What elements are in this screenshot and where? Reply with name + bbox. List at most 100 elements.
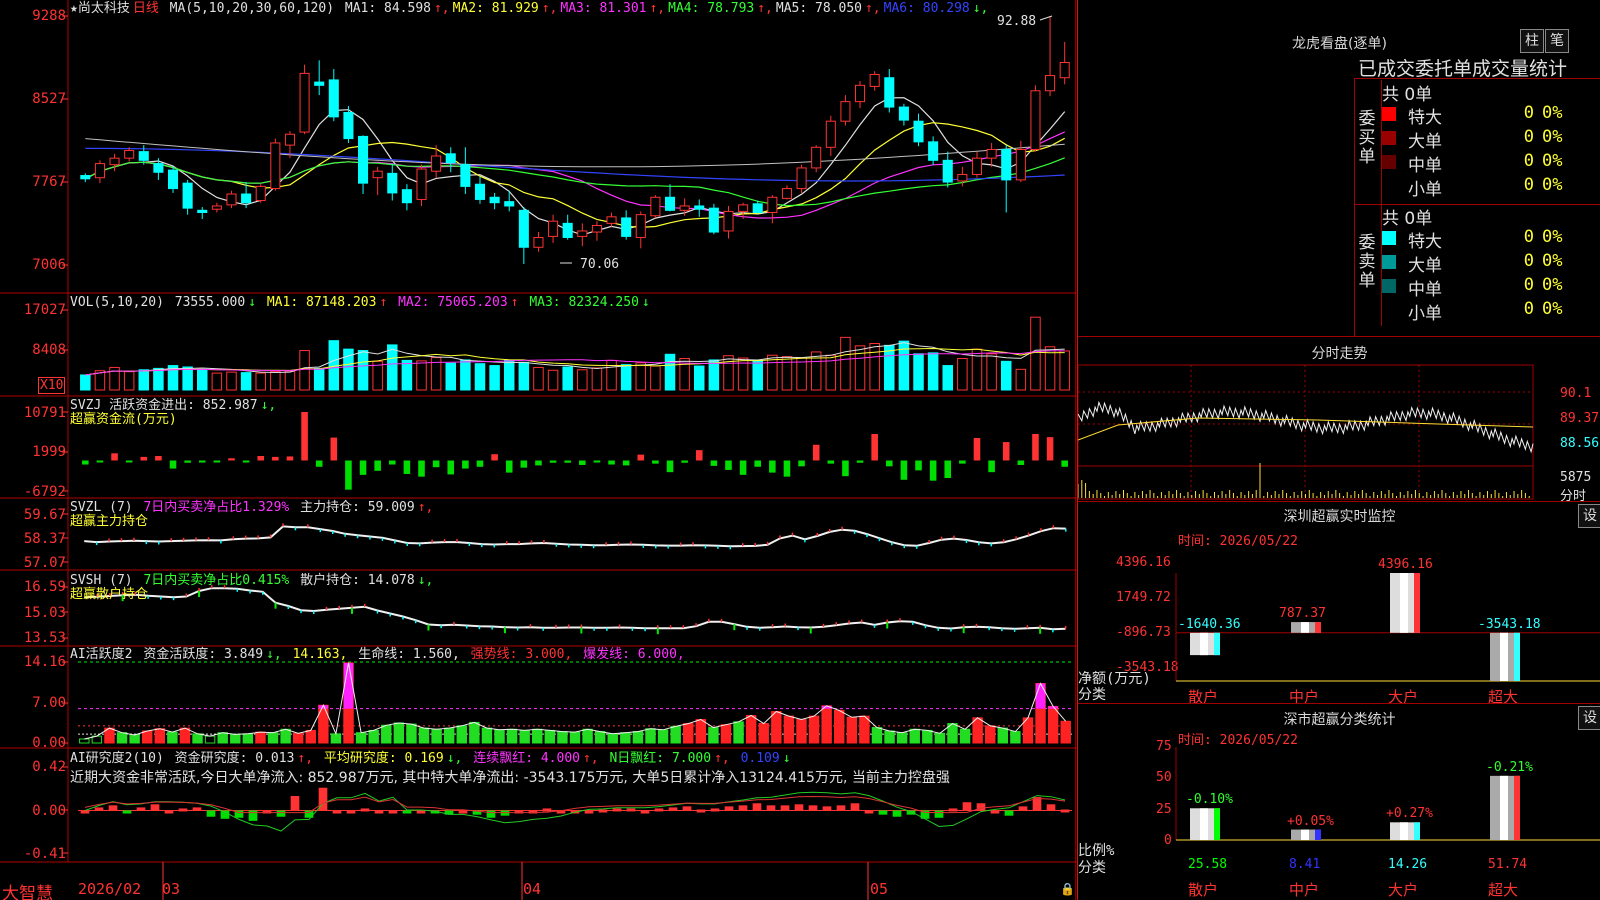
lhb-row: 中单 0 0%	[1382, 275, 1597, 300]
research-bar	[374, 810, 384, 814]
fund-flow-bar	[242, 460, 250, 463]
ai1-tick: 14.16	[23, 654, 66, 670]
volume-bar	[328, 340, 340, 391]
volume-bar	[635, 362, 647, 391]
class-bar-highlight	[1500, 775, 1508, 840]
fund-flow-bar	[169, 460, 177, 469]
ai1-legend: AI活跃度2 资金活跃度: 3.849 ↓, 14.163, 生命线: 1.560…	[70, 648, 688, 662]
candle-body	[752, 203, 763, 213]
activity-bar	[821, 705, 832, 744]
ai2-research: 资金研究度: 0.013	[174, 751, 295, 766]
volume-bar	[211, 372, 223, 391]
activity-bar	[909, 728, 920, 744]
ma-params: MA(5,10,20,30,60,120)	[169, 1, 335, 16]
volume-bar	[562, 366, 573, 391]
research-bar	[948, 808, 958, 812]
candle-body	[445, 153, 456, 163]
fund-flow-bar	[286, 456, 294, 461]
activity-bar	[695, 719, 707, 744]
research-bar	[696, 809, 706, 813]
period-label[interactable]: 日线	[133, 1, 159, 16]
fund-flow-bar	[695, 450, 703, 461]
monitor-bar	[1390, 573, 1420, 633]
intraday-tick: 90.1	[1560, 386, 1592, 401]
lhb-row-percent: 0%	[1542, 251, 1563, 271]
ma-line-120	[85, 138, 1065, 168]
x-tick: 03	[162, 880, 181, 898]
brand-logo[interactable]: 大智慧	[2, 879, 53, 900]
ai2-legend: AI研究度2(10) 资金研究度: 0.013 ↑, 平均研究度: 0.169 ↓,…	[70, 752, 794, 766]
fund-flow-bar	[447, 460, 455, 475]
research-bar	[808, 805, 818, 811]
ai2-extra: 0.109	[740, 751, 780, 766]
candle-body	[971, 157, 983, 175]
ai2-consecutive-red: 连续飘红: 4.000	[473, 751, 580, 766]
sz-monitor-tick: -896.73	[1116, 625, 1171, 640]
ai1-level: 14.163,	[292, 647, 348, 662]
candle-body	[138, 151, 149, 161]
research-bar	[248, 810, 258, 821]
lhb-row: 大单 0 0%	[1382, 251, 1597, 276]
activity-bar	[607, 733, 618, 744]
fund-flow-bar	[125, 460, 133, 463]
candle-body	[1015, 148, 1026, 181]
svsh-tick: 13.53	[23, 630, 66, 646]
chart-column: ★尚太科技 日线 MA(5,10,20,30,60,120) MA1: 84.59…	[0, 0, 1076, 900]
candle-body	[913, 120, 924, 143]
sz-class-time: 时间: 2026/05/22	[1178, 733, 1298, 748]
activity-bar	[846, 716, 858, 744]
vol-ma2: MA2: 75065.203	[398, 295, 508, 310]
activity-bar	[834, 709, 845, 744]
candle-body	[431, 155, 442, 172]
research-bar	[878, 810, 888, 815]
research-bar	[864, 810, 874, 814]
svsh-position: 散户持仓: 14.078	[300, 573, 415, 588]
class-bar-edge	[1315, 829, 1321, 840]
class-change: +0.05%	[1287, 813, 1334, 829]
right-panel: 龙虎看盘(逐单) 柱 笔 已成交委托单成交量统计 委买单 共 0单 特大 0 0% 大…	[1077, 0, 1600, 900]
candle-body	[898, 106, 909, 121]
sz-class-settings-button[interactable]: 设	[1578, 706, 1600, 730]
volume-bar	[693, 365, 705, 391]
fund-flow-bar	[725, 460, 732, 470]
svsh-arrow: ↓,	[417, 573, 434, 588]
volume-bar	[664, 353, 676, 391]
lhb-row-label: 大单	[1408, 256, 1442, 276]
activity-bar	[959, 728, 971, 744]
candle-body	[109, 157, 120, 166]
candle-body	[518, 209, 529, 248]
activity-bar	[330, 733, 342, 744]
ma-item-4: MA4: 78.793	[668, 1, 755, 16]
tick-view-button[interactable]: 笔	[1545, 29, 1569, 53]
lhb-row: 特大 0 0%	[1382, 103, 1597, 128]
volume-bar	[196, 368, 208, 391]
research-bar	[80, 810, 90, 814]
activity-bar	[896, 732, 908, 744]
stock-name[interactable]: ★尚太科技	[70, 1, 130, 16]
sz-monitor-settings-button[interactable]: 设	[1578, 504, 1600, 528]
fund-flow-bar	[593, 460, 601, 463]
research-bar	[332, 810, 342, 814]
monitor-bar-highlight	[1400, 573, 1408, 633]
activity-bar	[594, 731, 606, 744]
monitor-value: 4396.16	[1378, 557, 1433, 572]
fund-flow-bar	[885, 460, 893, 467]
bar-view-button[interactable]: 柱	[1520, 29, 1544, 53]
monitor-bar-edge	[1514, 632, 1520, 681]
svzl-ratio: 7日内买卖净占比1.329%	[143, 500, 290, 515]
fund-flow-bar	[213, 460, 221, 463]
sell-total: 共 0单	[1382, 209, 1433, 229]
ma-line-60	[85, 147, 1065, 182]
lhb-color-swatch	[1382, 155, 1396, 169]
sell-side-label: 委卖单	[1358, 233, 1376, 291]
lhb-row: 小单 0 0%	[1382, 299, 1597, 324]
lock-icon[interactable]: 🔒	[1060, 882, 1075, 896]
vol-unit-badge[interactable]: X10	[38, 377, 66, 394]
activity-bar	[871, 727, 883, 744]
ai1-name: AI活跃度2	[70, 647, 133, 662]
intraday-tick: 88.56	[1560, 436, 1600, 451]
volume-bar	[840, 336, 851, 391]
svzj-tick: 10791	[23, 405, 66, 421]
class-bar-edge	[1414, 822, 1420, 840]
ma-item-2: MA2: 81.929	[452, 1, 539, 16]
